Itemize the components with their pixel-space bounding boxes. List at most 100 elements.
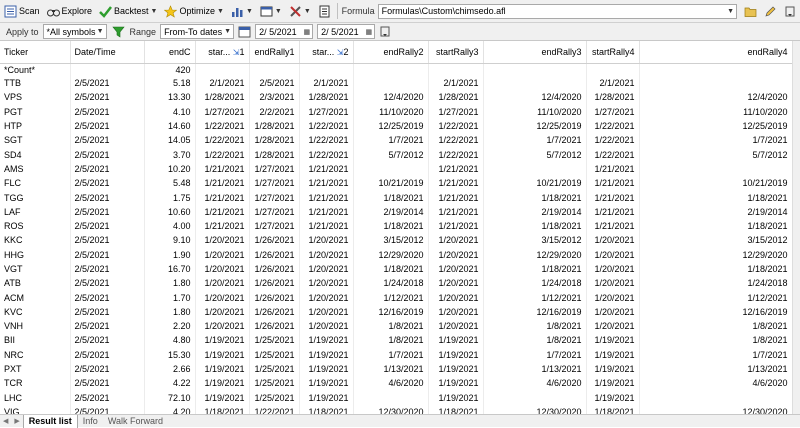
table-row[interactable]: FLC 2/5/2021 5.48 1/21/2021 1/27/2021 1/21/20… [0,176,793,191]
table-row[interactable]: KVC 2/5/2021 1.80 1/20/2021 1/26/2021 1/20/20… [0,304,793,320]
calendar-icon[interactable] [238,25,251,38]
col-header-endc[interactable]: endC [144,41,196,64]
table-cell [483,63,587,76]
table-cell: 2/5/2021 [70,218,145,234]
table-cell: 1/8/2021 [639,319,793,334]
tab-next-icon[interactable]: ▶ [11,417,22,425]
count-row[interactable]: *Count* 420 [0,63,793,76]
table-row[interactable]: TTB 2/5/2021 5.18 2/1/2021 2/5/2021 2/1/2021 2… [0,76,793,91]
table-cell: 3/15/2012 [639,233,793,248]
table-row[interactable]: VNH 2/5/2021 2.20 1/20/2021 1/26/2021 1/20/20… [0,319,793,334]
table-cell: 1/19/2021 [195,376,250,391]
chevron-down-icon[interactable]: ▼ [224,28,231,35]
table-cell: 2/5/2021 [70,190,145,205]
scan-button[interactable]: Scan [1,2,43,21]
col-header-endrally3[interactable]: endRally3 [483,41,587,64]
chevron-down-icon[interactable]: ▼ [275,8,282,15]
col-header-startrally4[interactable]: startRally4 [586,41,640,64]
table-row[interactable]: VGT 2/5/2021 16.70 1/20/2021 1/26/2021 1/20/2… [0,261,793,277]
table-row[interactable]: HTP 2/5/2021 14.60 1/22/2021 1/28/2021 1/22/2… [0,118,793,134]
col-header-endrally4[interactable]: endRally4 [639,41,793,64]
table-row[interactable]: VIG 2/5/2021 4.20 1/18/2021 1/22/2021 1/18/20… [0,404,793,414]
table-cell: 1/20/2021 [428,304,484,320]
chart-button[interactable]: ▼ [228,2,256,21]
chevron-down-icon[interactable]: ▼ [304,8,311,15]
col-header-startrally3[interactable]: startRally3 [428,41,484,64]
more-options-button[interactable] [781,2,800,21]
table-row[interactable]: LAF 2/5/2021 10.60 1/21/2021 1/27/2021 1/21/2… [0,204,793,219]
vertical-scrollbar[interactable] [792,41,800,414]
table-row[interactable]: ATB 2/5/2021 1.80 1/20/2021 1/26/2021 1/20/20… [0,276,793,291]
results-grid[interactable]: Ticker Date/Time endC star... ⇲1 endRall… [0,41,800,414]
table-cell: 12/30/2020 [353,404,429,414]
window-button[interactable]: ▼ [257,2,285,21]
table-cell: 1/12/2021 [483,290,587,305]
from-date-picker[interactable]: 2/ 5/2021 ▦ [255,24,314,39]
table-row[interactable]: AMS 2/5/2021 10.20 1/21/2021 1/27/2021 1/21/2… [0,161,793,177]
table-cell [428,63,484,76]
analysis-toolbar: Scan Explore Backtest ▼ Optimize ▼ ▼ ▼ ▼… [0,0,800,23]
chevron-down-icon[interactable]: ▼ [727,8,734,15]
table-row[interactable]: KKC 2/5/2021 9.10 1/20/2021 1/26/2021 1/20/20… [0,233,793,248]
table-row[interactable]: HHG 2/5/2021 1.90 1/20/2021 1/26/2021 1/20/20… [0,247,793,262]
table-row[interactable]: VPS 2/5/2021 13.30 1/28/2021 2/3/2021 1/28/20… [0,90,793,105]
col-header-ticker[interactable]: Ticker [0,41,71,64]
table-cell: PGT [0,104,71,119]
calendar-dropdown-icon[interactable]: ▦ [303,28,310,36]
chevron-down-icon[interactable]: ▼ [246,8,253,15]
binoculars-icon [46,5,60,18]
col-header-startrally1[interactable]: star... ⇲1 [195,41,250,64]
apply-to-select[interactable]: *All symbols ▼ [42,24,107,39]
table-cell: 2/1/2021 [586,76,640,91]
chevron-down-icon[interactable]: ▼ [217,8,224,15]
table-cell: 1/21/2021 [299,190,354,205]
table-cell: 2/19/2014 [353,204,429,219]
table-cell: 1.75 [144,190,196,205]
table-row[interactable]: TGG 2/5/2021 1.75 1/21/2021 1/27/2021 1/21/20… [0,190,793,205]
table-row[interactable]: SGT 2/5/2021 14.05 1/22/2021 1/28/2021 1/22/2… [0,133,793,148]
col-header-startrally2[interactable]: star... ⇲2 [299,41,354,64]
tools-button[interactable]: ▼ [286,2,314,21]
open-folder-button[interactable] [741,2,760,21]
table-row[interactable]: ACM 2/5/2021 1.70 1/20/2021 1/26/2021 1/20/20… [0,290,793,305]
table-cell: 2/5/2021 [70,404,145,414]
optimize-button[interactable]: Optimize ▼ [161,2,226,21]
col-header-datetime[interactable]: Date/Time [70,41,145,64]
chevron-down-icon[interactable]: ▼ [151,8,158,15]
table-row[interactable]: ROS 2/5/2021 4.00 1/21/2021 1/27/2021 1/21/20… [0,218,793,234]
tab-result-list[interactable]: Result list [22,414,78,428]
table-cell: 1/21/2021 [195,161,250,177]
table-cell: 1/13/2021 [639,361,793,377]
table-row[interactable]: TCR 2/5/2021 4.22 1/19/2021 1/25/2021 1/19/20… [0,376,793,391]
scan-icon [4,5,17,18]
explore-button[interactable]: Explore [44,2,96,21]
table-row[interactable]: LHC 2/5/2021 72.10 1/19/2021 1/25/2021 1/19/2… [0,390,793,405]
document-button[interactable] [315,2,334,21]
formula-path-combo[interactable]: Formulas\Custom\chimsedo.afl ▼ [377,3,737,19]
col-header-endrally2[interactable]: endRally2 [353,41,429,64]
tab-walk-forward[interactable]: Walk Forward [103,415,168,428]
filter-button[interactable] [109,22,128,41]
table-row[interactable]: SD4 2/5/2021 3.70 1/22/2021 1/28/2021 1/22/20… [0,147,793,162]
tab-prev-icon[interactable]: ◀ [0,417,11,425]
table-cell [483,390,587,405]
table-cell: 14.05 [144,133,196,148]
table-cell: 3.70 [144,147,196,162]
table-row[interactable]: NRC 2/5/2021 15.30 1/19/2021 1/25/2021 1/19/2… [0,347,793,362]
to-date-picker[interactable]: 2/ 5/2021 ▦ [317,24,376,39]
chevron-down-icon[interactable]: ▼ [97,28,104,35]
table-row[interactable]: PXT 2/5/2021 2.66 1/19/2021 1/25/2021 1/19/20… [0,361,793,377]
range-select[interactable]: From-To dates ▼ [160,24,235,39]
range-options-button[interactable] [376,22,395,41]
backtest-button[interactable]: Backtest ▼ [96,2,160,21]
calendar-dropdown-icon[interactable]: ▦ [365,28,372,36]
table-cell: 1/20/2021 [428,276,484,291]
tab-info[interactable]: Info [78,415,103,428]
table-cell: SGT [0,133,71,148]
col-header-endrally1[interactable]: endRally1 [249,41,300,64]
edit-formula-button[interactable] [761,2,780,21]
funnel-icon [111,25,125,38]
table-row[interactable]: PGT 2/5/2021 4.10 1/27/2021 2/2/2021 1/27/202… [0,104,793,119]
table-row[interactable]: BII 2/5/2021 4.80 1/19/2021 1/25/2021 1/19/20… [0,333,793,348]
table-cell: 1/7/2021 [353,347,429,362]
